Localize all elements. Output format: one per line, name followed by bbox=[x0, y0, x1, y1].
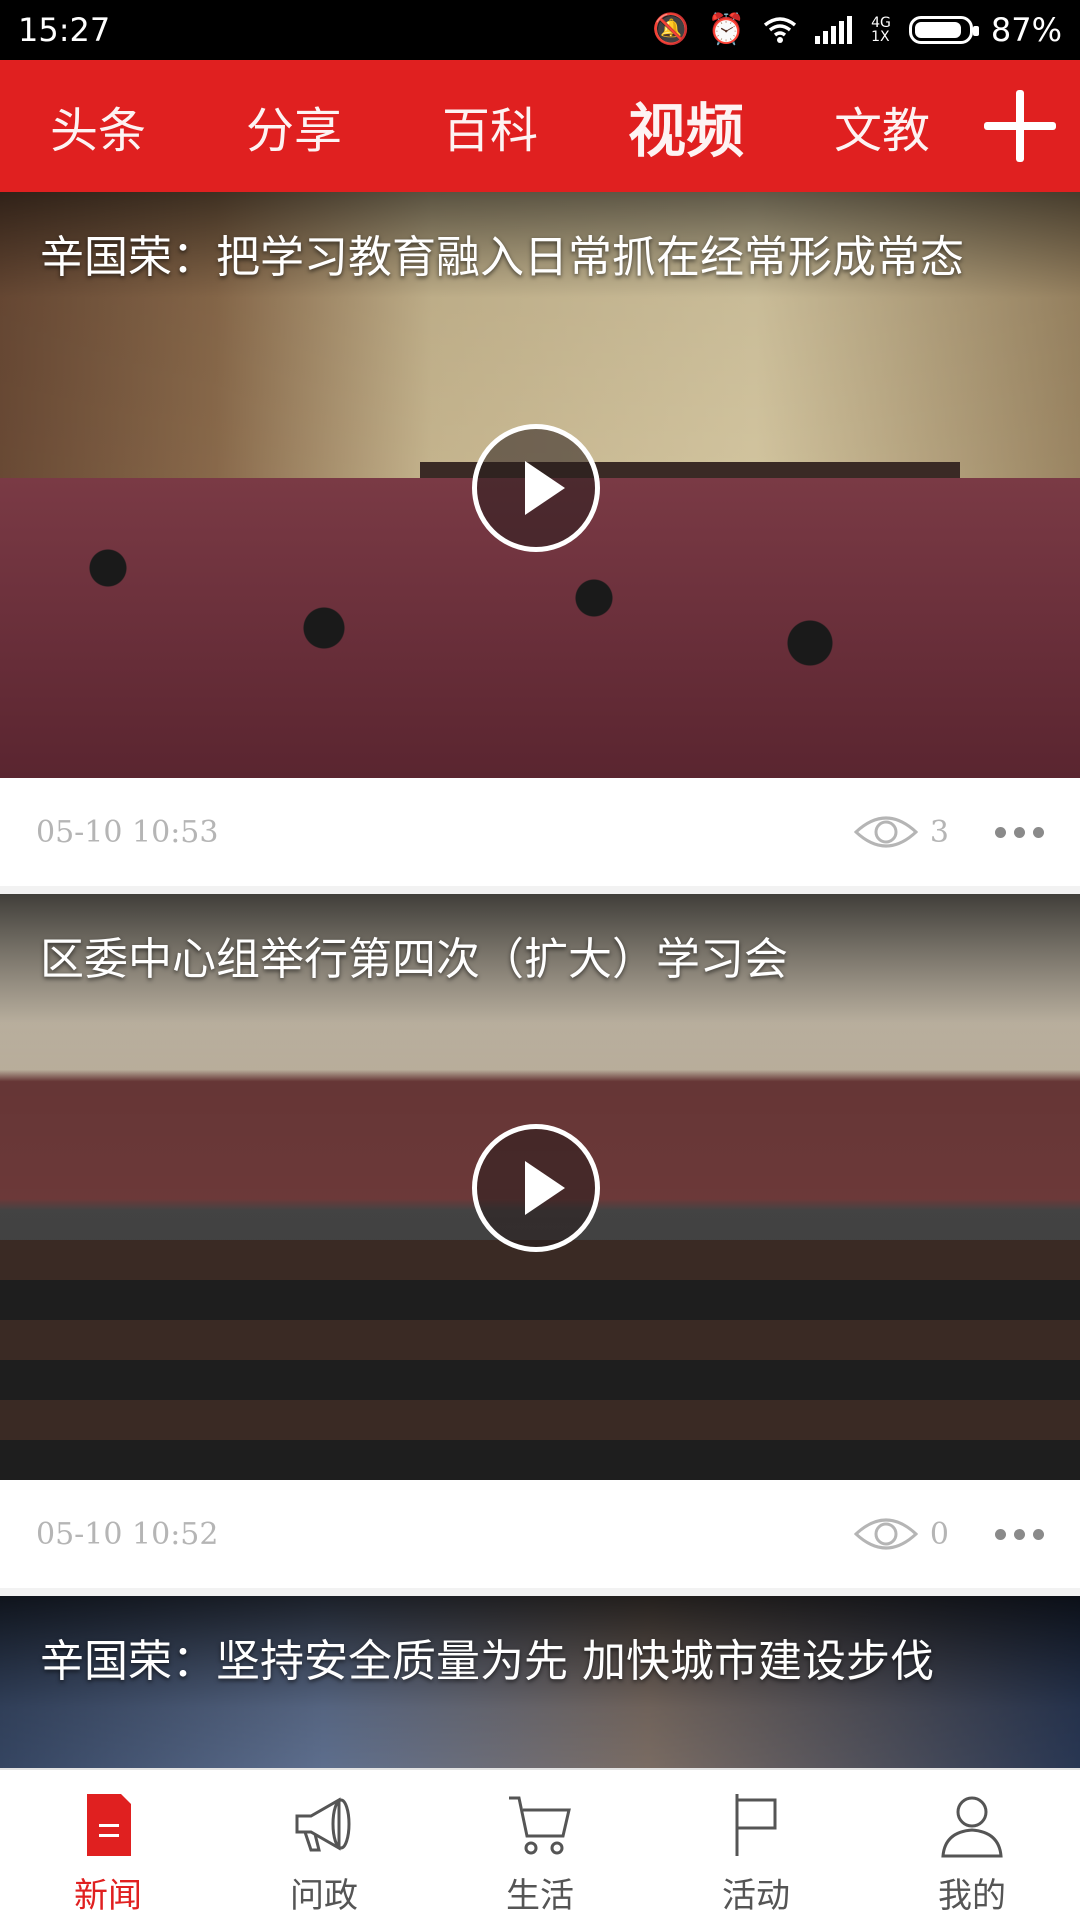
view-count: 0 bbox=[853, 1514, 949, 1554]
play-icon[interactable] bbox=[472, 1124, 600, 1252]
view-count-value: 3 bbox=[929, 814, 949, 850]
tab-headlines[interactable]: 头条 bbox=[0, 91, 196, 161]
battery-icon bbox=[908, 16, 979, 44]
news-document-icon bbox=[87, 1794, 131, 1856]
nav-life-label: 生活 bbox=[506, 1876, 574, 1916]
tab-share[interactable]: 分享 bbox=[196, 91, 392, 161]
eye-icon bbox=[853, 816, 918, 848]
view-count: 3 bbox=[853, 812, 949, 852]
video-title[interactable]: 辛国荣：坚持安全质量为先 加快城市建设步伐 bbox=[40, 1632, 1040, 1692]
view-count-value: 0 bbox=[929, 1516, 949, 1552]
nav-news[interactable]: 新闻 bbox=[0, 1770, 216, 1922]
nav-activity-label: 活动 bbox=[722, 1876, 790, 1916]
publish-time: 05-10 10:52 bbox=[36, 1516, 219, 1552]
shopping-cart-icon bbox=[509, 1796, 571, 1855]
video-card[interactable]: 区委中心组举行第四次（扩大）学习会 05-10 10:52 0 bbox=[0, 894, 1080, 1588]
tab-culture-education[interactable]: 文教 bbox=[784, 91, 980, 161]
tab-encyclopedia[interactable]: 百科 bbox=[392, 91, 588, 161]
video-card[interactable]: 辛国荣：坚持安全质量为先 加快城市建设步伐 bbox=[0, 1596, 1080, 1782]
person-icon bbox=[941, 1796, 1003, 1858]
video-thumbnail[interactable]: 辛国荣：坚持安全质量为先 加快城市建设步伐 bbox=[0, 1596, 1080, 1782]
flag-icon bbox=[735, 1794, 777, 1856]
category-tabs: 头条 分享 百科 视频 文教 bbox=[0, 60, 1080, 192]
bottom-nav: 新闻 问政 生活 活动 我的 bbox=[0, 1768, 1080, 1922]
plus-icon[interactable] bbox=[980, 86, 1060, 166]
video-card[interactable]: 辛国荣：把学习教育融入日常抓在经常形成常态 05-10 10:53 3 bbox=[0, 192, 1080, 886]
video-feed: 辛国荣：把学习教育融入日常抓在经常形成常态 05-10 10:53 3 区委中心… bbox=[0, 192, 1080, 1790]
status-time: 15:27 bbox=[18, 11, 111, 49]
megaphone-icon bbox=[295, 1797, 351, 1852]
network-type-bottom: 1X bbox=[871, 29, 890, 45]
video-meta: 05-10 10:53 3 bbox=[0, 778, 1080, 886]
wifi-icon bbox=[764, 17, 797, 43]
video-thumbnail[interactable]: 辛国荣：把学习教育融入日常抓在经常形成常态 bbox=[0, 192, 1080, 778]
play-icon[interactable] bbox=[472, 424, 600, 552]
video-title[interactable]: 区委中心组举行第四次（扩大）学习会 bbox=[40, 930, 1040, 990]
video-meta: 05-10 10:52 0 bbox=[0, 1480, 1080, 1588]
status-icons: 🔕 ⏰ 4G 1X 87% bbox=[652, 11, 1062, 49]
tab-video[interactable]: 视频 bbox=[588, 84, 784, 168]
signal-icon bbox=[815, 16, 853, 44]
mute-vibrate-icon: 🔕 bbox=[652, 12, 690, 47]
alarm-icon: ⏰ bbox=[707, 12, 746, 47]
video-thumbnail[interactable]: 区委中心组举行第四次（扩大）学习会 bbox=[0, 894, 1080, 1480]
publish-time: 05-10 10:53 bbox=[36, 814, 219, 850]
nav-news-label: 新闻 bbox=[74, 1876, 142, 1916]
nav-mine-label: 我的 bbox=[938, 1876, 1006, 1916]
nav-inquiry-label: 问政 bbox=[290, 1876, 358, 1916]
eye-icon bbox=[853, 1518, 918, 1550]
status-bar: 15:27 🔕 ⏰ 4G 1X 87% bbox=[0, 0, 1080, 60]
more-options-icon[interactable] bbox=[995, 1528, 1044, 1540]
nav-mine[interactable]: 我的 bbox=[864, 1770, 1080, 1922]
network-type: 4G 1X bbox=[871, 16, 891, 44]
video-title[interactable]: 辛国荣：把学习教育融入日常抓在经常形成常态 bbox=[40, 228, 1040, 288]
more-options-icon[interactable] bbox=[995, 826, 1044, 838]
network-type-top: 4G bbox=[871, 15, 891, 31]
nav-activity[interactable]: 活动 bbox=[648, 1770, 864, 1922]
battery-percent: 87% bbox=[990, 11, 1062, 49]
nav-inquiry[interactable]: 问政 bbox=[216, 1770, 432, 1922]
nav-life[interactable]: 生活 bbox=[432, 1770, 648, 1922]
